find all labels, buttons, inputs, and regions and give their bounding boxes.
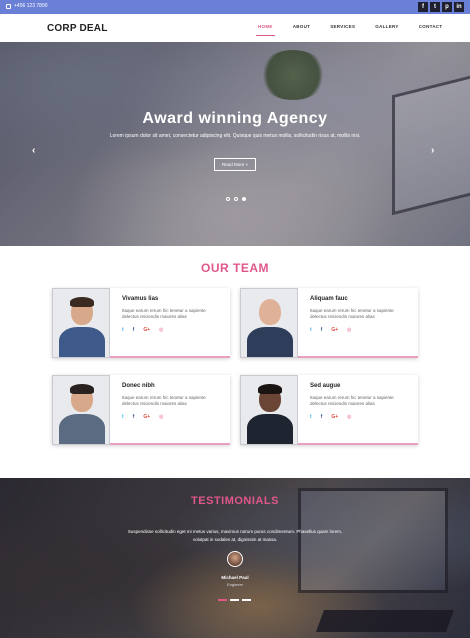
team-member-socials: t f G+ ◎ bbox=[310, 327, 410, 333]
phone-number: +456 123 7890 bbox=[14, 3, 48, 9]
facebook-icon[interactable]: f bbox=[321, 327, 323, 333]
nav-item-services[interactable]: SERVICES bbox=[330, 24, 355, 29]
facebook-icon[interactable]: f bbox=[133, 327, 135, 333]
facebook-icon[interactable]: f bbox=[133, 414, 135, 420]
photo-body bbox=[247, 414, 293, 444]
testimonial-name: Michael Paul bbox=[221, 575, 249, 580]
twitter-icon[interactable]: t bbox=[122, 327, 124, 333]
slider-next-icon[interactable]: › bbox=[431, 145, 434, 156]
testimonial-dot-1[interactable] bbox=[218, 599, 227, 601]
team-member-info: Aliquam fauc Itaque earum rerum hic tene… bbox=[310, 296, 410, 333]
main-navigation: CORP DEAL HOME ABOUT SERVICES GALLERY CO… bbox=[0, 14, 470, 42]
nav-item-about[interactable]: ABOUT bbox=[293, 24, 311, 29]
team-member-photo bbox=[240, 375, 298, 445]
photo-head bbox=[259, 299, 281, 325]
team-member-info: Donec nibh Itaque earum rerum hic tenetu… bbox=[122, 383, 222, 420]
slider-dot-2[interactable] bbox=[234, 197, 238, 201]
twitter-icon[interactable]: t bbox=[310, 414, 312, 420]
google-plus-icon[interactable]: G+ bbox=[143, 414, 150, 420]
hero-subtitle: Lorem ipsum dolor sit amet, consectetur … bbox=[109, 133, 361, 139]
team-member-name: Donec nibh bbox=[122, 383, 155, 389]
nav-menu: HOME ABOUT SERVICES GALLERY CONTACT bbox=[256, 24, 462, 36]
google-plus-icon[interactable]: G+ bbox=[331, 327, 338, 333]
team-member-name: Vivamus lias bbox=[122, 296, 159, 302]
site-logo[interactable]: CORP DEAL bbox=[47, 23, 108, 34]
team-member-photo bbox=[52, 288, 110, 358]
photo-hair bbox=[258, 384, 282, 394]
testimonial-role: Engineer bbox=[226, 582, 243, 587]
pinterest-icon[interactable]: p bbox=[442, 2, 452, 12]
slider-dot-1[interactable] bbox=[226, 197, 230, 201]
team-member-description: Itaque earum rerum hic tenetur a sapient… bbox=[122, 308, 206, 319]
facebook-icon[interactable]: f bbox=[321, 414, 323, 420]
slider-dot-3[interactable] bbox=[242, 197, 246, 201]
twitter-icon[interactable]: t bbox=[122, 414, 124, 420]
phone-contact: +456 123 7890 bbox=[6, 3, 48, 9]
google-plus-icon[interactable]: G+ bbox=[143, 327, 150, 333]
testimonial-dot-2[interactable] bbox=[230, 599, 239, 601]
testimonial-text: Suspendisse sollicitudin eget mi metus v… bbox=[127, 529, 343, 542]
twitter-icon[interactable]: t bbox=[310, 327, 312, 333]
twitter-icon[interactable]: t bbox=[430, 2, 440, 12]
team-member-photo bbox=[52, 375, 110, 445]
team-member-description: Itaque earum rerum hic tenetur a sapient… bbox=[310, 395, 394, 406]
testimonial-dot-3[interactable] bbox=[242, 599, 251, 601]
testimonial-avatar bbox=[227, 551, 243, 567]
team-card: Aliquam fauc Itaque earum rerum hic tene… bbox=[240, 288, 418, 358]
phone-icon bbox=[6, 3, 11, 9]
facebook-icon[interactable]: f bbox=[418, 2, 428, 12]
team-member-photo bbox=[240, 288, 298, 358]
photo-body bbox=[59, 414, 105, 444]
nav-item-gallery[interactable]: GALLERY bbox=[375, 24, 398, 29]
photo-hair bbox=[70, 384, 94, 394]
google-plus-icon[interactable]: G+ bbox=[331, 414, 338, 420]
team-member-socials: t f G+ ◎ bbox=[122, 327, 222, 333]
hero-slider: Award winning Agency Lorem ipsum dolor s… bbox=[0, 42, 470, 246]
team-member-description: Itaque earum rerum hic tenetur a sapient… bbox=[122, 395, 206, 406]
team-member-name: Aliquam fauc bbox=[310, 296, 348, 302]
photo-body bbox=[59, 327, 105, 357]
slider-prev-icon[interactable]: ‹ bbox=[32, 145, 35, 156]
nav-item-contact[interactable]: CONTACT bbox=[419, 24, 443, 29]
read-more-button[interactable]: Read More » bbox=[214, 158, 256, 171]
team-card: Vivamus lias Itaque earum rerum hic tene… bbox=[52, 288, 230, 358]
dribbble-icon[interactable]: ◎ bbox=[159, 414, 163, 420]
dribbble-icon[interactable]: ◎ bbox=[159, 327, 163, 333]
linkedin-icon[interactable]: in bbox=[454, 2, 464, 12]
team-member-socials: t f G+ ◎ bbox=[122, 414, 222, 420]
dribbble-icon[interactable]: ◎ bbox=[347, 327, 351, 333]
team-member-description: Itaque earum rerum hic tenetur a sapient… bbox=[310, 308, 394, 319]
team-member-info: Vivamus lias Itaque earum rerum hic tene… bbox=[122, 296, 222, 333]
team-member-info: Sed augue Itaque earum rerum hic tenetur… bbox=[310, 383, 410, 420]
dribbble-icon[interactable]: ◎ bbox=[347, 414, 351, 420]
slider-dots bbox=[226, 197, 246, 201]
testimonials-title: TESTIMONIALS bbox=[191, 495, 279, 507]
team-member-name: Sed augue bbox=[310, 383, 341, 389]
team-card: Donec nibh Itaque earum rerum hic tenetu… bbox=[52, 375, 230, 445]
testimonials-section: TESTIMONIALS Suspendisse sollicitudin eg… bbox=[0, 478, 470, 638]
photo-hair bbox=[70, 297, 94, 307]
top-bar: +456 123 7890 f t p in bbox=[0, 0, 470, 14]
hero-title: Award winning Agency bbox=[142, 110, 328, 127]
hero-overlay bbox=[0, 42, 470, 246]
photo-body bbox=[247, 327, 293, 357]
team-section-title: OUR TEAM bbox=[201, 261, 269, 275]
top-social-links: f t p in bbox=[418, 2, 464, 12]
team-card: Sed augue Itaque earum rerum hic tenetur… bbox=[240, 375, 418, 445]
testimonial-pager bbox=[218, 599, 251, 601]
nav-item-home[interactable]: HOME bbox=[256, 24, 275, 36]
team-member-socials: t f G+ ◎ bbox=[310, 414, 410, 420]
